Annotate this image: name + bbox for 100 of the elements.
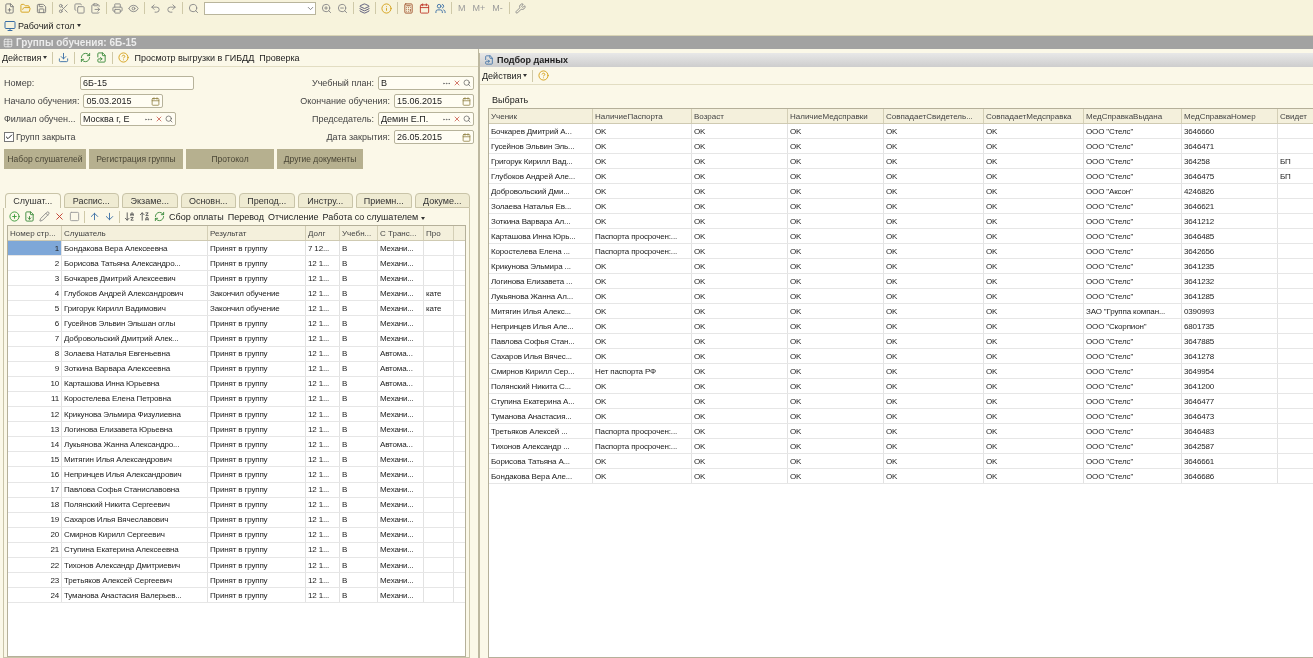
- sort-descending-icon[interactable]: [139, 211, 150, 222]
- copy-row-icon[interactable]: [24, 211, 35, 222]
- zoom-out-icon[interactable]: [337, 2, 348, 14]
- tab[interactable]: Экзаме...: [122, 193, 178, 208]
- sort-ascending-icon[interactable]: [124, 211, 135, 222]
- table-cell: Паспорта просрочен:...: [593, 229, 692, 243]
- toolbar-link[interactable]: Перевод: [227, 211, 264, 222]
- table-cell: OK: [984, 244, 1084, 258]
- download-icon[interactable]: [58, 52, 70, 63]
- clear-icon[interactable]: [155, 115, 163, 123]
- column-header[interactable]: СовпадаетСвидетель...: [884, 109, 984, 123]
- check-icon: [5, 133, 13, 141]
- column-header[interactable]: СовпадаетМедсправка: [984, 109, 1084, 123]
- search-icon[interactable]: [463, 115, 471, 123]
- table-cell: ООО "Стелс": [1084, 124, 1182, 138]
- move-up-icon[interactable]: [89, 211, 100, 222]
- desktop-button[interactable]: Рабочий стол: [4, 19, 81, 32]
- tab[interactable]: Приемн...: [356, 193, 412, 208]
- tab[interactable]: Докуме...: [414, 193, 470, 208]
- tab[interactable]: Препод...: [239, 193, 295, 208]
- paste-icon[interactable]: [90, 2, 101, 14]
- document-icon[interactable]: [96, 52, 108, 63]
- tab[interactable]: Распис...: [63, 193, 119, 208]
- column-header[interactable]: Про: [424, 226, 454, 240]
- column-header[interactable]: Ученик: [489, 109, 593, 123]
- save-icon[interactable]: [36, 2, 47, 14]
- help-icon[interactable]: [538, 70, 550, 81]
- copy-icon[interactable]: [74, 2, 85, 14]
- info-icon[interactable]: [381, 2, 392, 14]
- search-icon[interactable]: [165, 115, 173, 123]
- edit-icon[interactable]: [39, 211, 50, 222]
- help-icon[interactable]: [118, 52, 130, 63]
- table-cell: Закончил обучение: [208, 301, 306, 316]
- search-field[interactable]: [204, 1, 316, 15]
- calendar-icon[interactable]: [151, 96, 161, 106]
- undo-icon[interactable]: [150, 2, 161, 14]
- table-cell: OK: [984, 364, 1084, 378]
- clear-icon[interactable]: [453, 79, 461, 87]
- column-header[interactable]: НаличиеМедсправки: [788, 109, 884, 123]
- preview-icon[interactable]: [128, 2, 139, 14]
- folder-icon[interactable]: [20, 2, 31, 14]
- column-header[interactable]: Долг: [306, 226, 340, 240]
- form-button[interactable]: Набор слушателей: [4, 149, 86, 169]
- input-field[interactable]: 6Б-15: [80, 76, 194, 90]
- input-field[interactable]: 05.03.2015: [83, 94, 164, 108]
- form-button[interactable]: Регистрация группы: [89, 149, 183, 169]
- toolbar-link[interactable]: Работа со слушателем: [322, 211, 425, 222]
- redo-icon[interactable]: [166, 2, 177, 14]
- calendar-icon[interactable]: [419, 2, 430, 14]
- desktop-icon[interactable]: [4, 19, 16, 32]
- form-button[interactable]: Протокол: [186, 149, 274, 169]
- new-file-icon[interactable]: [4, 2, 15, 14]
- tab[interactable]: Слушат...: [5, 193, 61, 208]
- form-button[interactable]: Другие документы: [277, 149, 363, 169]
- refresh-icon[interactable]: [80, 52, 92, 63]
- refresh-icon[interactable]: [154, 211, 165, 222]
- table-cell: OK: [788, 274, 884, 288]
- input-field[interactable]: 26.05.2015: [394, 130, 474, 144]
- column-header[interactable]: Свидет: [1278, 109, 1313, 123]
- delete-icon[interactable]: [54, 211, 65, 222]
- move-down-icon[interactable]: [104, 211, 115, 222]
- input-field[interactable]: Москва г, Е: [80, 112, 176, 126]
- calendar-icon[interactable]: [462, 96, 471, 106]
- column-header[interactable]: С Транс...: [378, 226, 424, 240]
- column-header[interactable]: Слушатель: [62, 226, 208, 240]
- input-field[interactable]: 15.06.2015: [394, 94, 474, 108]
- table-icon[interactable]: [3, 37, 13, 48]
- zoom-in-icon[interactable]: [321, 2, 332, 14]
- actions-menu[interactable]: Действия: [2, 52, 48, 63]
- search-icon[interactable]: [188, 2, 199, 14]
- print-icon[interactable]: [112, 2, 123, 14]
- select-link[interactable]: Выбрать: [492, 95, 529, 105]
- input-field[interactable]: В: [378, 76, 474, 90]
- clear-icon[interactable]: [453, 115, 461, 123]
- column-header[interactable]: Учебн...: [340, 226, 378, 240]
- actions-menu[interactable]: Действия: [482, 70, 528, 81]
- toolbar-link[interactable]: Проверка: [259, 52, 300, 63]
- column-header[interactable]: НаличиеПаспорта: [593, 109, 692, 123]
- column-header[interactable]: МедСправкаВыдана: [1084, 109, 1182, 123]
- square-icon[interactable]: [69, 211, 80, 222]
- column-header[interactable]: Результат: [208, 226, 306, 240]
- table-cell: OK: [984, 124, 1084, 138]
- checkbox[interactable]: [4, 132, 14, 142]
- calendar-icon[interactable]: [462, 132, 471, 142]
- tab[interactable]: Основн...: [180, 193, 236, 208]
- tab[interactable]: Инстру...: [297, 193, 353, 208]
- add-icon[interactable]: [9, 211, 20, 222]
- users-icon[interactable]: [435, 2, 446, 14]
- column-header[interactable]: Номер стр...: [8, 226, 62, 240]
- table-cell: Бондакова Вера Алексеевна: [62, 241, 208, 256]
- toolbar-link[interactable]: Сбор оплаты: [169, 211, 224, 222]
- toolbar-link[interactable]: Просмотр выгрузки в ГИБДД: [134, 52, 255, 63]
- input-field[interactable]: Демин Е.П.: [378, 112, 474, 126]
- cut-icon[interactable]: [58, 2, 69, 14]
- tools-icon[interactable]: [514, 2, 526, 14]
- column-header[interactable]: Возраст: [692, 109, 788, 123]
- toolbar-link[interactable]: Отчисление: [267, 211, 319, 222]
- calculator-icon[interactable]: [403, 2, 414, 14]
- column-header[interactable]: МедСправкаНомер: [1182, 109, 1278, 123]
- search-icon[interactable]: [463, 79, 471, 87]
